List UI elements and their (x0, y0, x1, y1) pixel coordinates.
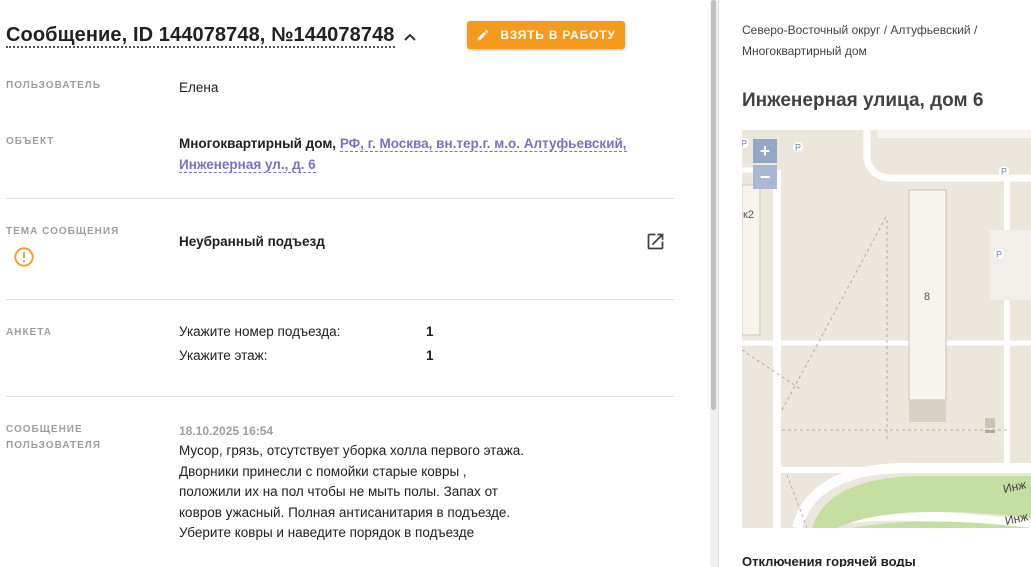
address-title: Инженерная улица, дом 6 (742, 90, 984, 111)
map-canvas[interactable]: P P P P 8 к2 Инж Инж (742, 130, 1031, 528)
divider (6, 198, 674, 199)
breadcrumb-line2[interactable]: Многоквартирный дом (742, 44, 867, 58)
building-k2-label: к2 (743, 209, 754, 221)
scrollbar[interactable] (710, 0, 718, 567)
take-to-work-button[interactable]: ВЗЯТЬ В РАБОТУ (467, 21, 625, 49)
survey-answer: 1 (426, 324, 434, 339)
topic-value: Неубранный подъезд (179, 234, 325, 249)
parking-icon: P (795, 143, 801, 153)
topic-label: ТЕМА СООБЩЕНИЯ (6, 226, 120, 237)
user-label: ПОЛЬЗОВАТЕЛЬ (6, 80, 102, 91)
object-type: Многоквартирный дом, (179, 136, 337, 151)
survey-question: Укажите этаж: (179, 348, 268, 363)
message-label: СООБЩЕНИЕ ПОЛЬЗОВАТЕЛЯ (6, 422, 101, 454)
message-date: 18.10.2025 16:54 (179, 424, 274, 438)
parking-icon: P (996, 250, 1002, 260)
message-line: Уберите ковры и наведите порядок в подъе… (179, 525, 475, 540)
warning-icon (14, 247, 34, 267)
object-label: ОБЪЕКТ (6, 136, 55, 147)
chevron-up-icon[interactable] (403, 30, 417, 44)
survey-question: Укажите номер подъезда: (179, 324, 341, 339)
message-line: Дворники принесли с помойки старые ковры… (179, 463, 467, 479)
zoom-in-button[interactable]: + (753, 139, 777, 163)
title-row: Сообщение, ID 144078748, №144078748 (6, 24, 417, 48)
survey-answer: 1 (426, 348, 434, 363)
parking-icon: P (1001, 167, 1007, 177)
breadcrumb: Северо-Восточный округ / Алтуфьевский / … (742, 20, 1022, 62)
divider (6, 396, 674, 397)
outages-title: Отключения горячей воды (742, 554, 916, 567)
divider (6, 299, 674, 300)
message-details-panel: Сообщение, ID 144078748, №144078748 ВЗЯТ… (0, 0, 710, 567)
user-value: Елена (179, 80, 219, 95)
pencil-icon (478, 29, 489, 41)
zoom-out-button[interactable]: − (753, 165, 777, 189)
message-line: Мусор, грязь, отсутствует уборка холла п… (179, 443, 525, 458)
message-label-line2: ПОЛЬЗОВАТЕЛЯ (6, 440, 102, 451)
object-value: Многоквартирный дом, РФ, г. Москва, вн.т… (179, 133, 639, 175)
breadcrumb-line1[interactable]: Северо-Восточный округ / Алтуфьевский / (742, 23, 977, 37)
address-sidebar: Северо-Восточный округ / Алтуфьевский / … (719, 0, 1031, 567)
object-address-link-line2[interactable]: Инженерная ул., д. 6 (179, 157, 316, 173)
take-to-work-label: ВЗЯТЬ В РАБОТУ (500, 28, 616, 42)
survey-label: АНКЕТА (6, 327, 52, 338)
map[interactable]: P P P P 8 к2 Инж Инж + − (742, 130, 1031, 528)
open-in-new-icon[interactable] (645, 231, 666, 252)
page-title[interactable]: Сообщение, ID 144078748, №144078748 (6, 24, 395, 48)
parking-icon: P (742, 139, 747, 149)
message-label-line1: СООБЩЕНИЕ (6, 424, 83, 435)
message-text: Мусор, грязь, отсутствует уборка холла п… (179, 441, 539, 544)
scrollbar-thumb[interactable] (711, 0, 716, 410)
object-address-link[interactable]: РФ, г. Москва, вн.тер.г. м.о. Алтуфьевск… (339, 136, 627, 152)
building-number-label: 8 (924, 291, 930, 303)
message-line: ковров ужасный. Полная антисанитария в п… (179, 504, 511, 520)
message-line: положили их на пол чтобы не мыть полы. З… (179, 484, 498, 499)
